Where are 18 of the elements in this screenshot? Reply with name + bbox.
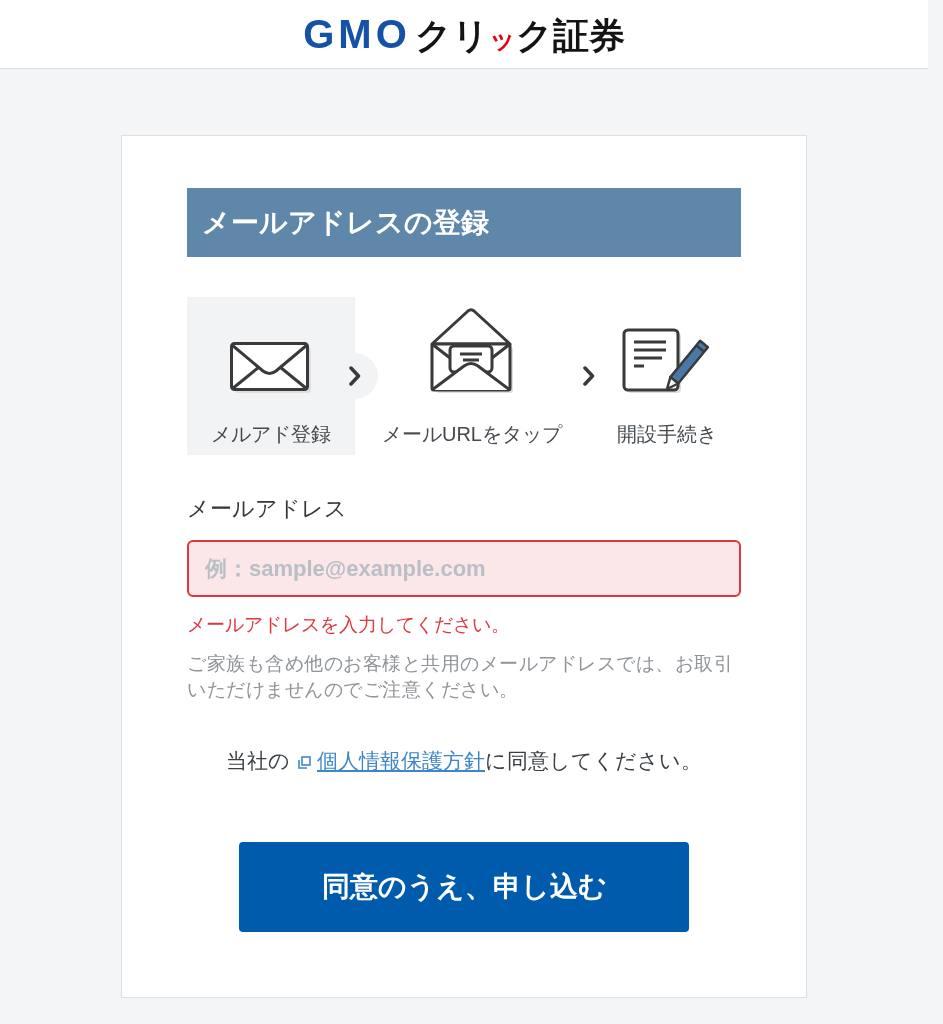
submit-button[interactable]: 同意のうえ、申し込む (239, 842, 689, 932)
step-label: メールURLをタップ (382, 422, 562, 446)
chevron-right-icon (349, 366, 361, 386)
field-label: メールアドレス (187, 495, 348, 523)
consent-text: 当社の 個人情報保護方針に同意してください。 (225, 748, 703, 774)
envelope-icon (230, 342, 312, 394)
envelope-with-letter-icon (430, 306, 514, 394)
logo: GMO クリ ッ ク証券 (303, 14, 625, 54)
new-window-icon (298, 756, 311, 769)
form-title: メールアドレスの登録 (187, 188, 741, 257)
step-label: メルアド登録 (211, 422, 331, 446)
error-message: メールアドレスを入力してください。 (187, 613, 511, 637)
email-input[interactable]: 例：sample@example.com (187, 540, 741, 597)
document-pencil-icon (622, 328, 712, 394)
chevron-right-icon (583, 366, 595, 386)
note-text: ご家族も含め他のお客様と共用のメールアドレスでは、お取引いただけませんのでご注意ください。 (187, 652, 734, 702)
privacy-policy-link[interactable]: 個人情報保護方針 (317, 749, 485, 772)
step-label: 開設手続き (617, 422, 717, 446)
